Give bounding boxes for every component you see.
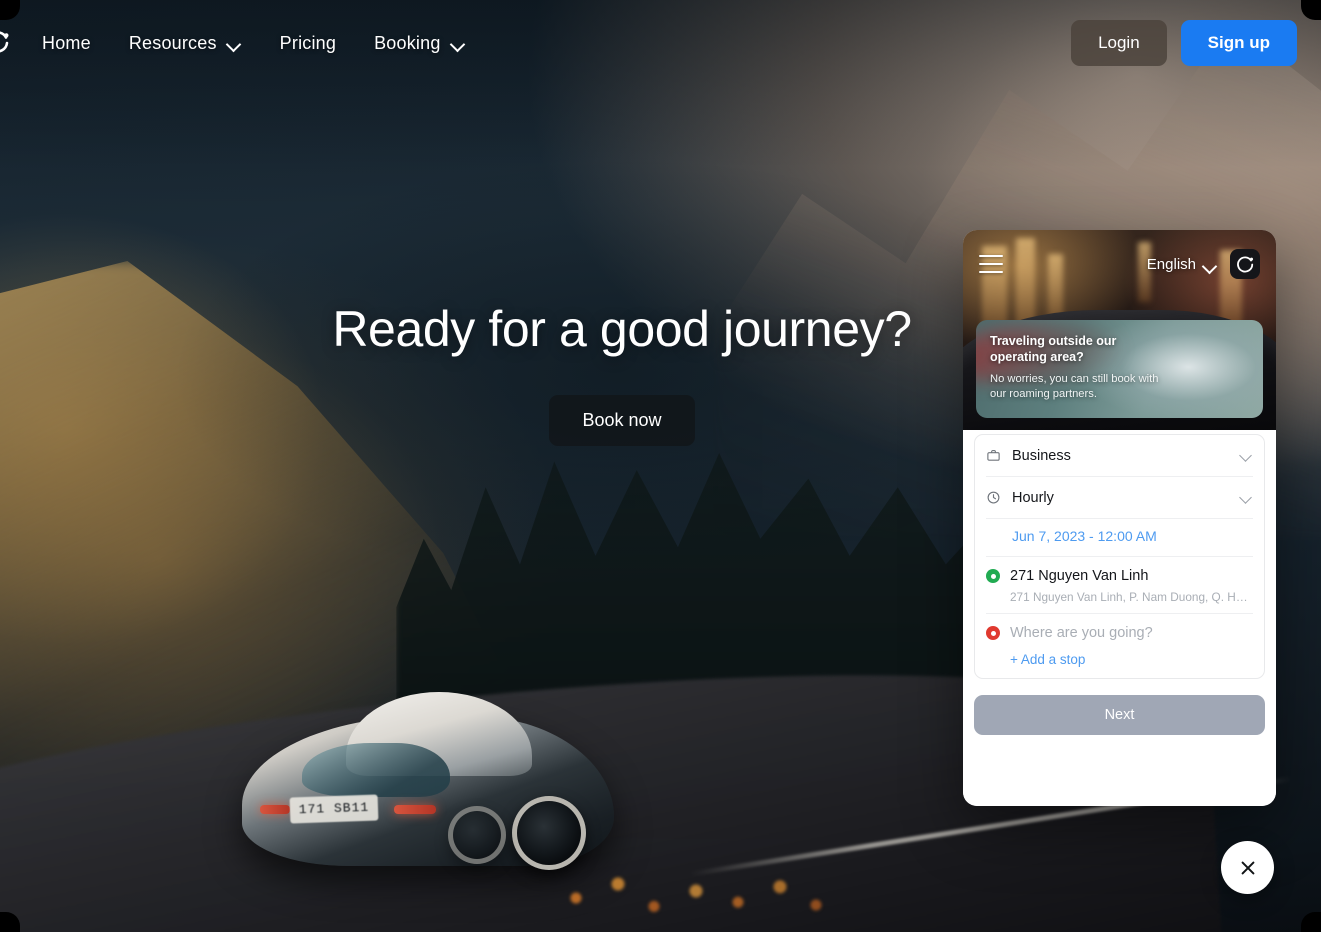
chevron-down-icon bbox=[227, 37, 242, 52]
close-widget-button[interactable] bbox=[1221, 841, 1274, 894]
pickup-detail: 271 Nguyen Van Linh, P. Nam Duong, Q. Ha… bbox=[1010, 590, 1253, 604]
nav-item-pricing[interactable]: Pricing bbox=[280, 33, 336, 54]
chevron-down-icon bbox=[1203, 259, 1216, 272]
ride-type-select[interactable]: Business bbox=[986, 435, 1253, 477]
chevron-down-icon bbox=[451, 37, 466, 52]
promo-banner-subtitle: No worries, you can still book with our … bbox=[990, 373, 1159, 401]
car-rear-window bbox=[301, 743, 451, 797]
page-viewport: 171 SB11 Home Resources Pricing Booking … bbox=[0, 0, 1321, 932]
promo-banner-text: Traveling outside our operating area? No… bbox=[990, 333, 1174, 402]
next-button-wrap: Next bbox=[974, 679, 1265, 735]
nav-item-home-label: Home bbox=[42, 32, 91, 53]
autumn-leaves bbox=[540, 856, 840, 926]
signup-button[interactable]: Sign up bbox=[1180, 20, 1297, 66]
booking-mode-select[interactable]: Hourly bbox=[986, 477, 1253, 519]
close-icon bbox=[1241, 861, 1254, 874]
book-now-button[interactable]: Book now bbox=[549, 395, 695, 446]
car-license-plate: 171 SB11 bbox=[289, 794, 379, 824]
dropoff-line: Where are you going? bbox=[986, 625, 1253, 641]
nav-item-booking[interactable]: Booking bbox=[374, 33, 465, 54]
chevron-down-icon bbox=[1239, 449, 1253, 463]
login-button[interactable]: Login bbox=[1071, 20, 1167, 66]
car-wheel-front bbox=[448, 806, 506, 864]
pickup-value: 271 Nguyen Van Linh bbox=[1010, 568, 1149, 584]
pickup-line: 271 Nguyen Van Linh bbox=[986, 568, 1253, 584]
nav-actions: Login Sign up bbox=[1071, 20, 1297, 66]
widget-hero-image: English Traveling outside our operating … bbox=[963, 230, 1276, 430]
dropoff-field[interactable]: Where are you going? bbox=[986, 614, 1253, 641]
hamburger-menu-icon[interactable] bbox=[979, 255, 1003, 273]
language-label: English bbox=[1146, 255, 1196, 273]
chevron-down-icon bbox=[1239, 491, 1253, 505]
booking-mode-value: Hourly bbox=[1012, 489, 1054, 506]
dropoff-placeholder: Where are you going? bbox=[1010, 625, 1153, 641]
nav-item-pricing-label: Pricing bbox=[279, 32, 337, 53]
pickup-dot-icon bbox=[986, 569, 1000, 583]
nav-item-resources-label: Resources bbox=[128, 32, 217, 53]
next-button[interactable]: Next bbox=[974, 695, 1265, 735]
top-navigation-bar: Home Resources Pricing Booking Login Sig… bbox=[0, 0, 1321, 86]
classic-sports-car: 171 SB11 bbox=[242, 692, 614, 870]
nav-item-booking-label: Booking bbox=[374, 32, 441, 53]
briefcase-icon bbox=[986, 448, 1002, 464]
language-selector[interactable]: English bbox=[1147, 256, 1216, 273]
brand-swirl-icon[interactable] bbox=[0, 23, 18, 63]
nav-item-home[interactable]: Home bbox=[42, 33, 91, 54]
dropoff-dot-icon bbox=[986, 626, 1000, 640]
nav-links: Home Resources Pricing Booking bbox=[42, 33, 466, 54]
ride-type-value: Business bbox=[1012, 447, 1071, 464]
clock-icon bbox=[986, 490, 1002, 506]
booking-widget: English Traveling outside our operating … bbox=[963, 230, 1276, 806]
promo-banner[interactable]: Traveling outside our operating area? No… bbox=[976, 320, 1263, 418]
datetime-picker[interactable]: Jun 7, 2023 - 12:00 AM bbox=[986, 519, 1253, 557]
car-taillight-left bbox=[260, 805, 290, 814]
promo-banner-title: Traveling outside our operating area? bbox=[990, 334, 1117, 364]
booking-form-card: Business Hourly Jun 7, 2023 - 12:00 AM 2… bbox=[974, 434, 1265, 679]
booking-form: Business Hourly Jun 7, 2023 - 12:00 AM 2… bbox=[963, 430, 1276, 806]
car-taillight-right bbox=[394, 805, 436, 814]
pickup-field[interactable]: 271 Nguyen Van Linh 271 Nguyen Van Linh,… bbox=[986, 557, 1253, 614]
nav-item-resources[interactable]: Resources bbox=[129, 33, 242, 54]
widget-top-bar: English bbox=[963, 230, 1276, 298]
app-logo-icon[interactable] bbox=[1230, 249, 1260, 279]
add-stop-button[interactable]: + Add a stop bbox=[986, 641, 1253, 678]
